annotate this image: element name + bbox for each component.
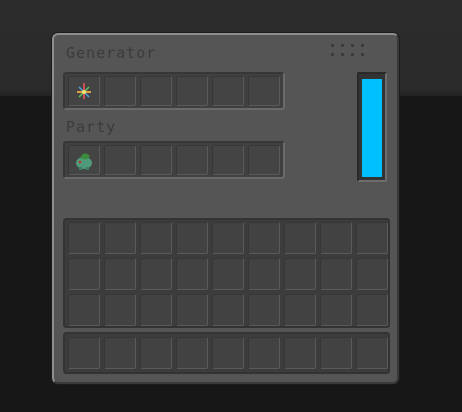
party-slot[interactable]	[140, 145, 172, 175]
inventory-slot[interactable]	[68, 294, 100, 326]
inventory-slot[interactable]	[212, 258, 244, 290]
inventory-slot[interactable]	[320, 258, 352, 290]
inventory-slot[interactable]	[356, 222, 388, 254]
generator-slot[interactable]	[68, 76, 100, 106]
inventory-slot[interactable]	[248, 294, 280, 326]
generator-slots	[63, 72, 285, 110]
inventory-slot[interactable]	[284, 258, 316, 290]
generator-slot[interactable]	[248, 76, 280, 106]
inventory-slot[interactable]	[248, 222, 280, 254]
inventory-slot[interactable]	[320, 294, 352, 326]
energy-bar-fill	[362, 79, 382, 177]
generator-title: Generator	[66, 44, 157, 62]
hotbar-slot[interactable]	[284, 337, 316, 369]
generator-slot[interactable]	[212, 76, 244, 106]
inventory-slot[interactable]	[104, 258, 136, 290]
inventory-slot[interactable]	[248, 258, 280, 290]
hotbar-slot[interactable]	[104, 337, 136, 369]
party-slot[interactable]	[176, 145, 208, 175]
hotbar-slot[interactable]	[140, 337, 172, 369]
party-slot[interactable]	[104, 145, 136, 175]
inventory-slot[interactable]	[68, 258, 100, 290]
inventory-slot[interactable]	[320, 222, 352, 254]
inventory-slot[interactable]	[104, 294, 136, 326]
generator-slot[interactable]	[176, 76, 208, 106]
hotbar-slot[interactable]	[212, 337, 244, 369]
inventory-slot[interactable]	[140, 222, 172, 254]
inventory-slot[interactable]	[212, 294, 244, 326]
party-title: Party	[66, 118, 117, 136]
inventory-slot[interactable]	[176, 222, 208, 254]
dots-menu-icon[interactable]	[329, 44, 369, 58]
inventory-slot[interactable]	[140, 258, 172, 290]
inventory-slot[interactable]	[104, 222, 136, 254]
game-scene: Generator Party	[0, 0, 462, 412]
energy-bar	[357, 72, 387, 182]
inventory-slot[interactable]	[140, 294, 172, 326]
inventory-slot[interactable]	[212, 222, 244, 254]
hotbar-slot[interactable]	[176, 337, 208, 369]
party-slot[interactable]	[212, 145, 244, 175]
hotbar-slot[interactable]	[248, 337, 280, 369]
inventory-slot[interactable]	[356, 294, 388, 326]
generator-slot[interactable]	[140, 76, 172, 106]
player-hotbar	[63, 332, 390, 374]
party-slots	[63, 141, 285, 179]
inventory-slot[interactable]	[284, 294, 316, 326]
hotbar-slot[interactable]	[320, 337, 352, 369]
firework-sparkle-icon	[77, 83, 91, 99]
inventory-slot[interactable]	[68, 222, 100, 254]
inventory-slot[interactable]	[356, 258, 388, 290]
generator-slot[interactable]	[104, 76, 136, 106]
inventory-slot[interactable]	[176, 258, 208, 290]
inventory-slot[interactable]	[176, 294, 208, 326]
player-inventory-grid	[63, 218, 390, 328]
bulbasaur-pokemon-icon	[76, 153, 92, 170]
hotbar-slot[interactable]	[68, 337, 100, 369]
party-slot[interactable]	[248, 145, 280, 175]
hotbar-slot[interactable]	[356, 337, 388, 369]
generator-gui-panel: Generator Party	[52, 33, 399, 384]
party-slot[interactable]	[68, 145, 100, 175]
inventory-slot[interactable]	[284, 222, 316, 254]
